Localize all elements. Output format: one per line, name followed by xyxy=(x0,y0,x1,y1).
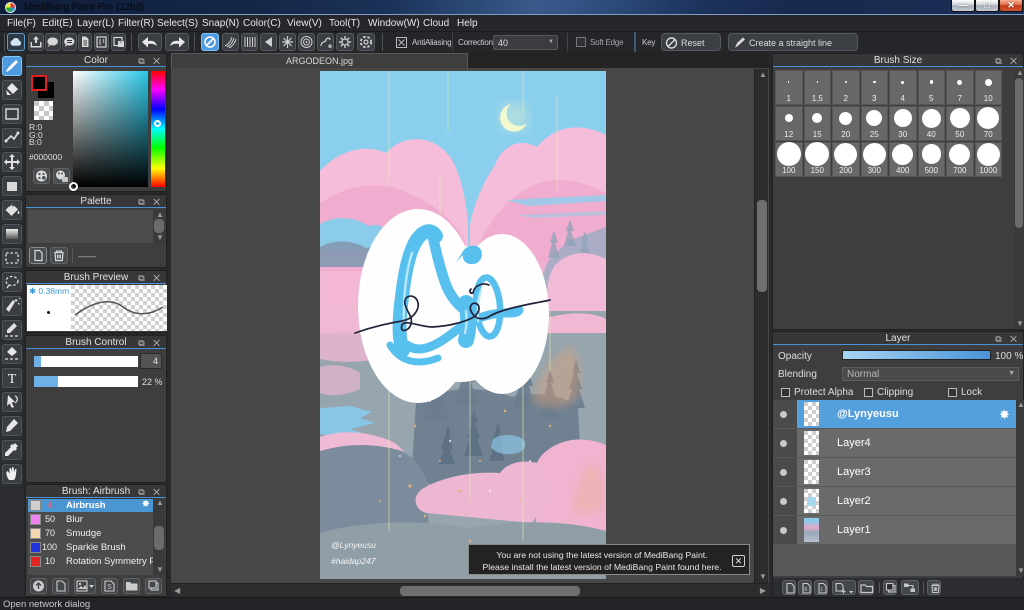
svg-text:T: T xyxy=(8,372,17,387)
svg-text:@Lynyeusu: @Lynyeusu xyxy=(331,540,376,550)
svg-text:8: 8 xyxy=(804,587,807,593)
svg-text:#haidap247: #haidap247 xyxy=(331,556,376,566)
svg-text:1: 1 xyxy=(820,587,823,593)
svg-text:S: S xyxy=(107,584,112,591)
